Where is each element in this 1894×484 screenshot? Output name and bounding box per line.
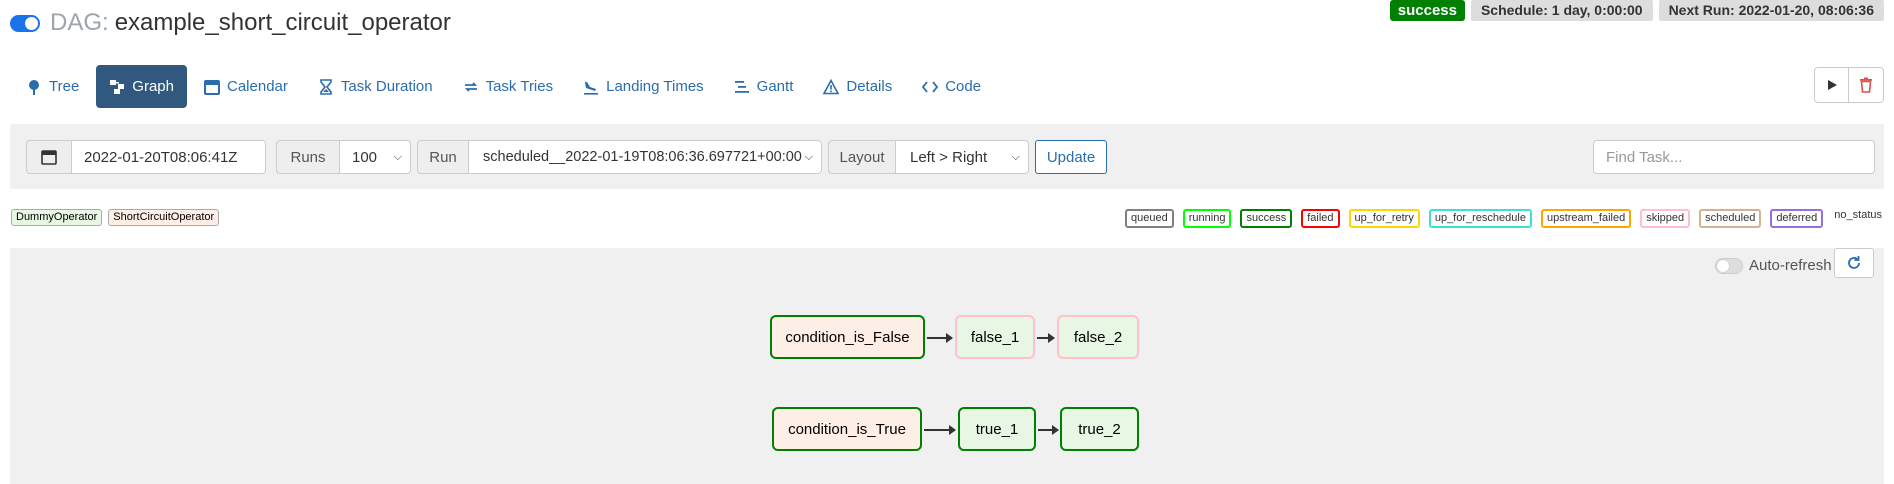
tab-calendar[interactable]: Calendar xyxy=(191,65,301,108)
legend-dummy-operator: DummyOperator xyxy=(11,209,103,226)
dag-view-tabs: Tree Graph Calendar Task Duration Task T… xyxy=(13,65,994,108)
legend-failed[interactable]: failed xyxy=(1301,209,1340,228)
legend-upstream-failed[interactable]: upstream_failed xyxy=(1540,209,1632,228)
legend-success[interactable]: success xyxy=(1240,209,1293,228)
graph-canvas[interactable]: Auto-refresh condition_is_False false_1 … xyxy=(10,248,1884,484)
tab-label: Code xyxy=(945,78,982,95)
refresh-button[interactable] xyxy=(1834,248,1874,278)
dag-status-area: success Schedule: 1 day, 0:00:00 Next Ru… xyxy=(1389,0,1884,21)
tab-tree[interactable]: Tree xyxy=(13,65,92,108)
edge-arrow xyxy=(924,425,956,435)
operator-legend: DummyOperator ShortCircuitOperator xyxy=(11,209,220,226)
task-node-true-1[interactable]: true_1 xyxy=(958,407,1036,451)
dag-action-buttons xyxy=(1814,67,1884,103)
task-node-condition-is-false[interactable]: condition_is_False xyxy=(770,315,925,359)
chevron-down-icon: ⌵ xyxy=(804,150,813,163)
update-button[interactable]: Update xyxy=(1035,140,1107,174)
toggle-knob xyxy=(25,16,38,30)
trigger-dag-button[interactable] xyxy=(1814,67,1849,103)
legend-no-status[interactable]: no_status xyxy=(1832,209,1884,228)
chevron-down-icon: ⌵ xyxy=(1011,150,1020,163)
legend-deferred[interactable]: deferred xyxy=(1770,209,1824,228)
tab-label: Details xyxy=(846,78,893,95)
tab-label: Tree xyxy=(49,78,80,95)
tab-task-duration[interactable]: Task Duration xyxy=(305,65,446,108)
legend-short-circuit-operator: ShortCircuitOperator xyxy=(108,209,220,226)
task-node-true-2[interactable]: true_2 xyxy=(1060,407,1139,451)
legend-scheduled[interactable]: scheduled xyxy=(1699,209,1762,228)
plane-landing-icon xyxy=(584,81,599,95)
num-runs-value: 100 xyxy=(352,148,378,166)
play-icon xyxy=(1827,80,1837,90)
tab-gantt[interactable]: Gantt xyxy=(721,65,807,108)
graph-filter-bar: 2022-01-20T08:06:41Z Runs 100 ⌵ Run sche… xyxy=(10,124,1884,189)
layout-label: Layout xyxy=(828,140,896,174)
status-legend: queued running success failed up_for_ret… xyxy=(1125,209,1884,228)
delete-dag-button[interactable] xyxy=(1849,67,1884,103)
code-icon xyxy=(922,80,939,93)
gantt-icon xyxy=(734,80,749,93)
dag-title: example_short_circuit_operator xyxy=(114,9,451,36)
edge-arrow xyxy=(1037,333,1055,343)
toggle-knob xyxy=(1717,259,1729,272)
tab-details[interactable]: Details xyxy=(810,65,905,108)
tab-label: Gantt xyxy=(756,78,794,95)
next-run-badge: Next Run: 2022-01-20, 08:06:36 xyxy=(1658,0,1884,21)
base-date-input[interactable]: 2022-01-20T08:06:41Z xyxy=(71,140,266,174)
hourglass-icon xyxy=(320,78,332,95)
runs-label: Runs xyxy=(276,140,340,174)
dag-header: DAG: example_short_circuit_operator xyxy=(10,6,451,40)
layout-value: Left > Right xyxy=(910,148,988,166)
tab-label: Calendar xyxy=(227,78,288,95)
task-node-false-1[interactable]: false_1 xyxy=(955,315,1035,359)
layout-select[interactable]: Left > Right ⌵ xyxy=(895,140,1029,174)
tab-label: Task Tries xyxy=(485,78,554,95)
tab-label: Landing Times xyxy=(606,78,704,95)
tab-label: Task Duration xyxy=(340,78,433,95)
date-picker-button[interactable] xyxy=(26,140,72,174)
graph-icon xyxy=(110,79,125,94)
task-node-condition-is-true[interactable]: condition_is_True xyxy=(772,407,922,451)
tree-icon xyxy=(29,79,39,95)
tab-landing-times[interactable]: Landing Times xyxy=(570,65,717,108)
dag-run-status-badge: success xyxy=(1389,0,1465,21)
repeat-icon xyxy=(464,81,477,92)
edge-arrow xyxy=(927,333,953,343)
dag-run-select[interactable]: scheduled__2022-01-19T08:06:36.697721+00… xyxy=(468,140,822,174)
run-label: Run xyxy=(417,140,469,174)
warning-triangle-icon xyxy=(823,78,840,94)
tab-label: Graph xyxy=(132,78,174,95)
chevron-down-icon: ⌵ xyxy=(393,150,402,163)
tab-graph[interactable]: Graph xyxy=(96,65,187,108)
auto-refresh-label: Auto-refresh xyxy=(1749,257,1832,274)
edge-arrow xyxy=(1038,425,1059,435)
auto-refresh-toggle[interactable] xyxy=(1715,257,1743,274)
calendar-icon xyxy=(41,150,57,165)
dag-run-value: scheduled__2022-01-19T08:06:36.697721+00… xyxy=(483,149,802,165)
legend-up-for-reschedule[interactable]: up_for_reschedule xyxy=(1428,209,1532,228)
trash-icon xyxy=(1860,77,1872,93)
dag-prefix: DAG: xyxy=(50,9,109,36)
legend-skipped[interactable]: skipped xyxy=(1640,209,1691,228)
task-node-false-2[interactable]: false_2 xyxy=(1057,315,1139,359)
find-task-input[interactable]: Find Task... xyxy=(1593,140,1875,174)
legend-running[interactable]: running xyxy=(1182,209,1232,228)
auto-refresh-control: Auto-refresh xyxy=(1715,257,1832,274)
num-runs-select[interactable]: 100 ⌵ xyxy=(339,140,411,174)
schedule-badge: Schedule: 1 day, 0:00:00 xyxy=(1470,0,1653,21)
legend-queued[interactable]: queued xyxy=(1125,209,1174,228)
tab-code[interactable]: Code xyxy=(909,65,994,108)
calendar-icon xyxy=(204,79,220,95)
legend-up-for-retry[interactable]: up_for_retry xyxy=(1348,209,1420,228)
dag-pause-toggle[interactable] xyxy=(10,14,40,32)
tab-task-tries[interactable]: Task Tries xyxy=(450,65,567,108)
refresh-icon xyxy=(1848,256,1860,269)
